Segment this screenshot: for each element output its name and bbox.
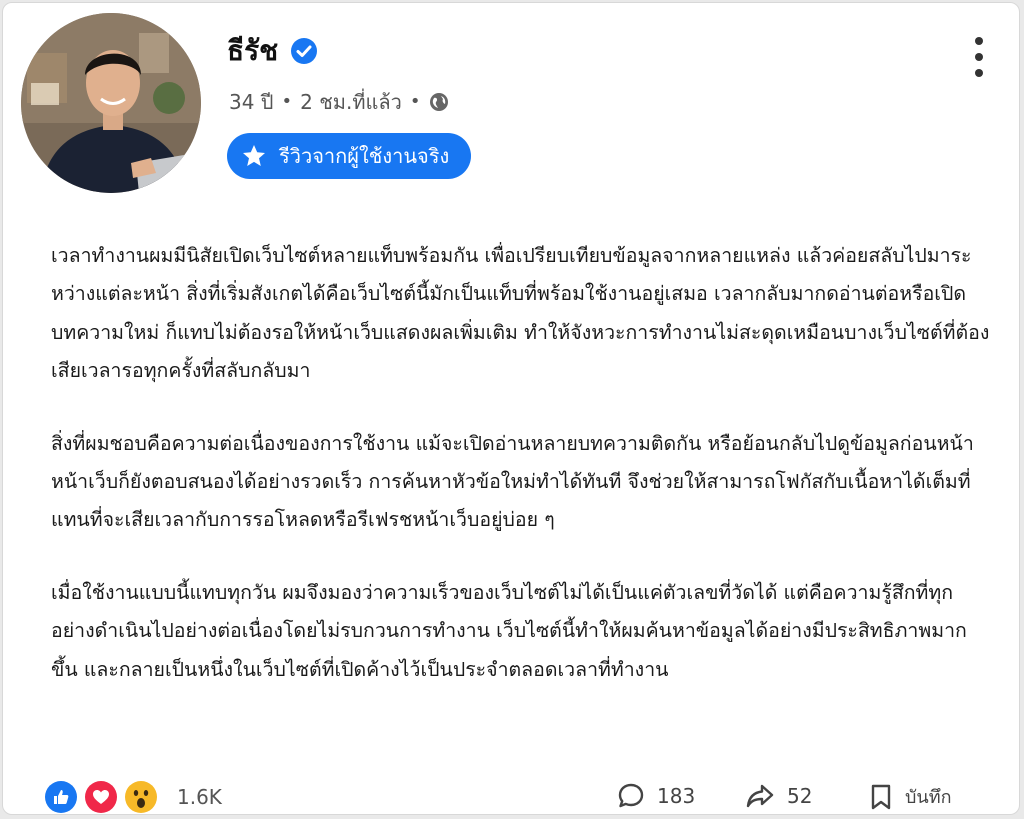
post-card: ธีรัช 34 ปี • 2 ชม.ที่แล้ว • รีวิวจากผู้… xyxy=(2,2,1020,815)
reaction-summary[interactable]: 1.6K xyxy=(45,781,222,813)
like-icon xyxy=(45,781,77,813)
post-footer: 1.6K 183 52 บันทึก xyxy=(3,778,1019,814)
author-name[interactable]: ธีรัช xyxy=(227,31,278,71)
author-row: ธีรัช xyxy=(227,31,318,71)
post-meta: 34 ปี • 2 ชม.ที่แล้ว • xyxy=(229,88,449,116)
comment-icon xyxy=(618,783,644,808)
star-icon xyxy=(243,145,265,166)
post-paragraph: สิ่งที่ผมชอบคือความต่อเนื่องของการใช้งาน… xyxy=(51,431,974,532)
comment-count: 183 xyxy=(657,784,696,808)
save-label: บันทึก xyxy=(905,787,952,808)
separator: • xyxy=(281,91,293,112)
separator: • xyxy=(409,91,421,112)
badge-label: รีวิวจากผู้ใช้งานจริง xyxy=(279,144,450,168)
post-body: เวลาทำงานผมมีนิสัยเปิดเว็บไซต์หลายแท็บพร… xyxy=(51,237,991,723)
share-button[interactable]: 52 xyxy=(745,782,812,810)
author-age: 34 ปี xyxy=(229,90,274,114)
verified-review-badge: รีวิวจากผู้ใช้งานจริง xyxy=(227,133,472,179)
save-button[interactable]: บันทึก xyxy=(869,782,952,811)
wow-icon xyxy=(125,781,157,813)
post-paragraph: เวลาทำงานผมมีนิสัยเปิดเว็บไซต์หลายแท็บพร… xyxy=(51,244,990,383)
post-paragraph: เมื่อใช้งานแบบนี้แทบทุกวัน ผมจึงมองว่าคว… xyxy=(51,580,967,681)
more-vertical-icon[interactable] xyxy=(965,37,993,77)
love-icon xyxy=(85,781,117,813)
comment-button[interactable]: 183 xyxy=(617,782,695,810)
avatar[interactable] xyxy=(21,13,201,193)
globe-icon xyxy=(429,93,448,111)
bookmark-icon xyxy=(871,784,891,809)
verified-badge-icon xyxy=(291,38,318,64)
reaction-count: 1.6K xyxy=(177,785,222,809)
share-count: 52 xyxy=(787,784,813,808)
share-icon xyxy=(746,784,774,808)
post-time[interactable]: 2 ชม.ที่แล้ว xyxy=(300,88,402,116)
